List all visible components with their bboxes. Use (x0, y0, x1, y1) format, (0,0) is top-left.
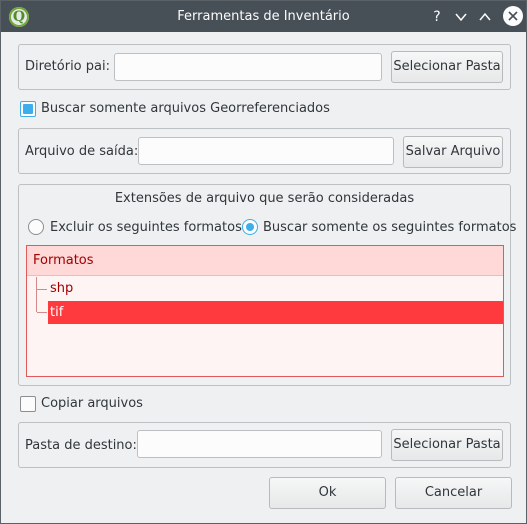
save-file-button[interactable]: Salvar Arquivo (403, 136, 503, 168)
georef-only-label: Buscar somente arquivos Georreferenciado… (41, 101, 330, 116)
parent-dir-label: Diretório pai: (25, 59, 110, 74)
window-title: Ferramentas de Inventário (177, 9, 350, 24)
maximize-button[interactable] (475, 7, 495, 27)
minimize-button[interactable] (451, 7, 471, 27)
parent-dir-input[interactable] (114, 53, 382, 81)
only-formats-label: Buscar somente os seguintes formatos (263, 220, 517, 235)
extensions-group-title: Extensões de arquivo que serão considera… (114, 191, 415, 206)
chevron-up-icon (479, 12, 491, 21)
dest-folder-input[interactable] (137, 430, 382, 458)
tree-branch-line (37, 289, 47, 290)
format-item-shp[interactable]: shp (48, 277, 503, 300)
help-button[interactable]: ? (427, 7, 447, 27)
dest-folder-group: Pasta de destino: Selecionar Pasta (18, 422, 511, 468)
exclude-formats-radio[interactable] (28, 219, 44, 235)
parent-dir-group: Diretório pai: Selecionar Pasta (18, 44, 511, 90)
format-item-tif-selected[interactable]: tif (48, 301, 503, 324)
cancel-button[interactable]: Cancelar (395, 477, 512, 509)
output-file-input[interactable] (138, 137, 394, 165)
close-icon (508, 11, 518, 21)
formats-tree-header[interactable]: Formatos (27, 246, 503, 276)
select-parent-folder-button[interactable]: Selecionar Pasta (391, 51, 503, 83)
tree-branch-line (37, 312, 47, 313)
tree-branch-line (36, 277, 37, 312)
formats-tree[interactable]: Formatos shp tif (26, 245, 504, 377)
only-formats-radio[interactable] (242, 219, 258, 235)
copy-files-label: Copiar arquivos (41, 396, 143, 411)
output-file-label: Arquivo de saída: (25, 144, 139, 159)
select-dest-folder-button[interactable]: Selecionar Pasta (391, 429, 503, 461)
ok-button[interactable]: Ok (269, 477, 386, 509)
close-button[interactable] (503, 6, 523, 26)
exclude-formats-label: Excluir os seguintes formatos (50, 220, 242, 235)
dialog-window: Q Ferramentas de Inventário ? Diretório … (0, 0, 527, 524)
copy-files-checkbox[interactable] (20, 396, 36, 412)
chevron-down-icon (455, 13, 467, 22)
output-file-group: Arquivo de saída: Salvar Arquivo (18, 128, 511, 174)
title-bar[interactable]: Q Ferramentas de Inventário ? (1, 1, 526, 32)
dest-folder-label: Pasta de destino: (25, 438, 137, 453)
georef-only-checkbox[interactable] (20, 101, 36, 117)
